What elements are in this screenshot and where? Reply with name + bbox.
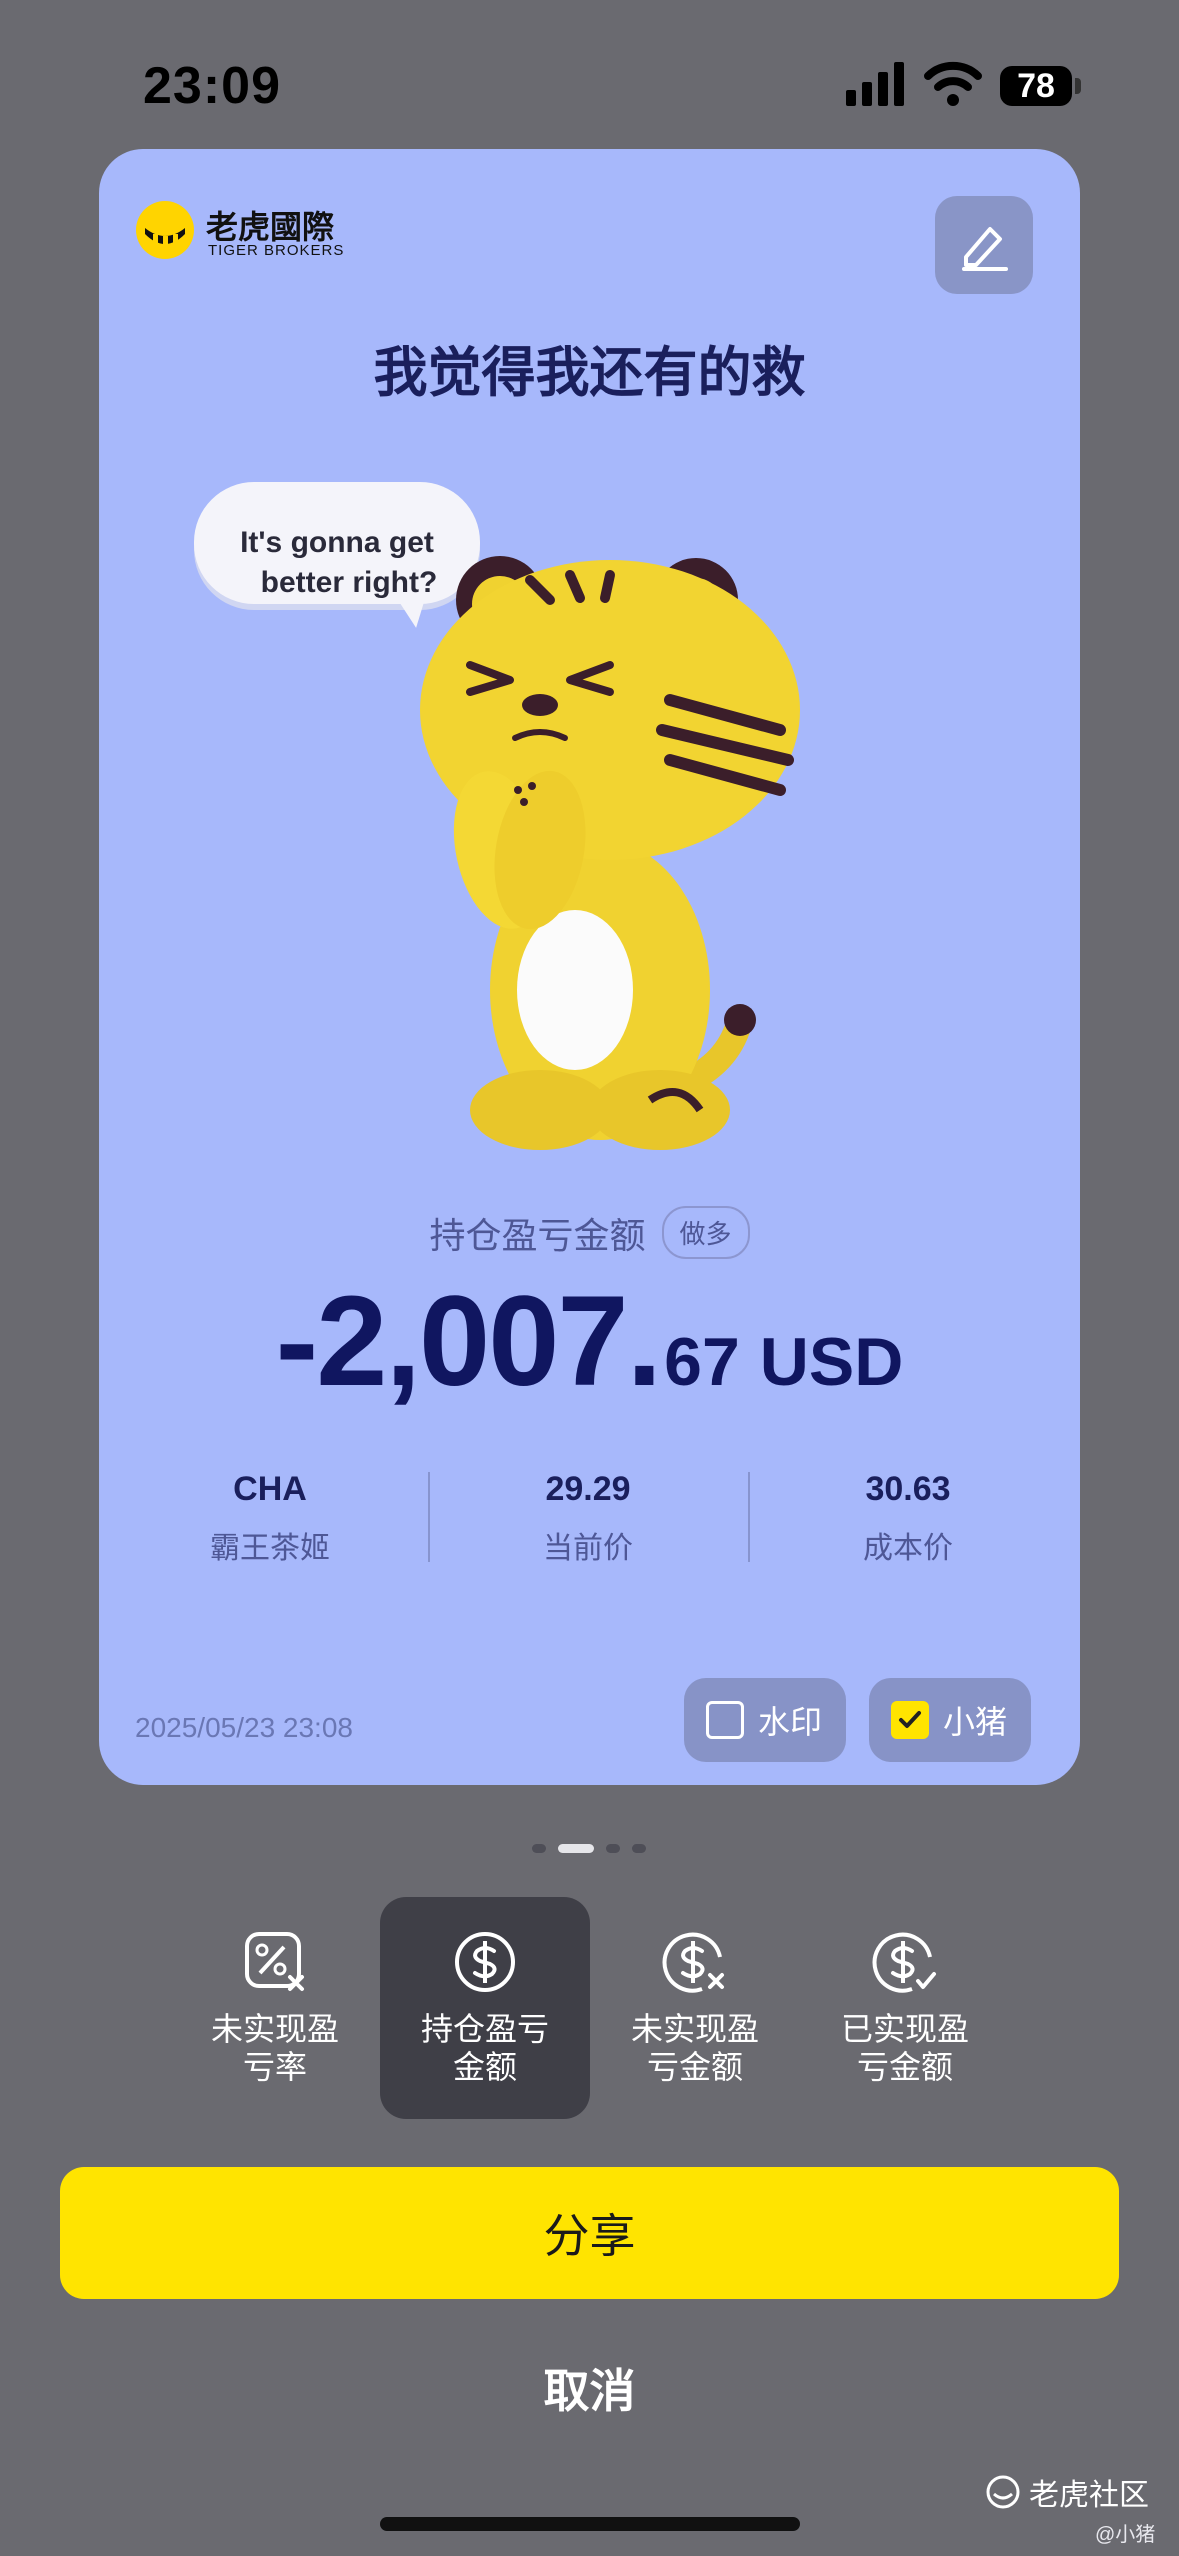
watermark-toggle[interactable]: 水印 — [684, 1678, 846, 1762]
cellular-signal-icon — [846, 62, 904, 106]
card-headline: 我觉得我还有的救 — [373, 343, 806, 403]
option-label-line2: 亏金额 — [856, 2049, 953, 2085]
option-label-line1: 已实现盈 — [840, 2011, 969, 2047]
tiger-mascot-illustration — [420, 556, 800, 1150]
stat-ticker-label: 霸王茶姬 — [210, 1532, 330, 1565]
community-watermark-text: 老虎社区 — [1029, 2479, 1149, 2512]
battery-indicator: 78 — [1000, 66, 1072, 106]
option-label-line1: 未实现盈 — [630, 2011, 759, 2047]
edit-button[interactable] — [935, 196, 1033, 294]
pnl-label: 持仓盈亏金额 — [429, 1214, 646, 1256]
position-direction-badge: 做多 — [661, 1206, 750, 1259]
tiger-community-logo-icon — [986, 2475, 1020, 2509]
page-dot[interactable] — [606, 1844, 620, 1853]
pnl-amount-currency: USD — [759, 1324, 904, 1400]
percent-x-icon — [245, 1932, 304, 1991]
home-indicator[interactable] — [380, 2517, 800, 2531]
stat-ticker: CHA 霸王茶姬 — [110, 1470, 430, 1567]
cancel-button[interactable]: 取消 — [0, 2355, 1179, 2421]
community-watermark: 老虎社区 — [985, 2470, 1149, 2514]
option-label-line2: 亏率 — [242, 2049, 307, 2085]
checkbox-checked-icon — [891, 1701, 929, 1739]
stat-ticker-value: CHA — [233, 1470, 307, 1508]
mascot-toggle-label: 小猪 — [943, 1704, 1008, 1740]
page-dot-active[interactable] — [558, 1844, 594, 1853]
stat-current-price-value: 29.29 — [545, 1470, 631, 1508]
status-time: 23:09 — [143, 57, 281, 115]
option-unrealized-pnl-rate[interactable]: 未实现盈 亏率 — [170, 1897, 380, 2119]
card-date: 2025/05/23 23:08 — [135, 1712, 353, 1743]
stat-cost-price-label: 成本价 — [863, 1532, 953, 1565]
stat-cost-price: 30.63 成本价 — [748, 1470, 1068, 1567]
wifi-icon — [924, 61, 982, 106]
watermark-username: @小猪 — [1095, 2524, 1156, 2546]
page-dot[interactable] — [632, 1844, 646, 1853]
option-position-pnl-amount[interactable]: 持仓盈亏 金额 — [380, 1897, 590, 2119]
option-label-line1: 未实现盈 — [210, 2011, 339, 2047]
dollar-circle-icon — [455, 1932, 515, 1992]
brand-name-en: TIGER BROKERS — [208, 242, 345, 259]
mascot-toggle[interactable]: 小猪 — [869, 1678, 1031, 1762]
stat-cost-price-value: 30.63 — [865, 1470, 951, 1508]
pnl-amount: -2,007. 67 USD — [99, 1268, 1080, 1415]
stat-current-price: 29.29 当前价 — [428, 1470, 748, 1567]
pnl-amount-integer: -2,007. — [275, 1270, 662, 1413]
dollar-check-icon — [872, 1932, 936, 1993]
stat-current-price-label: 当前价 — [543, 1532, 633, 1565]
edit-pencil-icon — [962, 227, 1008, 271]
battery-cap — [1075, 78, 1081, 94]
option-label-line2: 亏金额 — [646, 2049, 743, 2085]
option-label-line1: 持仓盈亏 — [420, 2011, 549, 2047]
checkbox-unchecked-icon — [706, 1701, 744, 1739]
dollar-x-icon — [662, 1932, 724, 1993]
pnl-amount-decimal: 67 — [664, 1324, 740, 1400]
option-unrealized-pnl-amount[interactable]: 未实现盈 亏金额 — [590, 1897, 800, 2119]
option-label-line2: 金额 — [452, 2049, 517, 2085]
page-dot[interactable] — [532, 1844, 546, 1853]
tiger-brokers-logo-icon — [136, 201, 194, 259]
pnl-label-row: 持仓盈亏金额 做多 — [99, 1206, 1080, 1259]
option-realized-pnl-amount[interactable]: 已实现盈 亏金额 — [800, 1897, 1010, 2119]
watermark-toggle-label: 水印 — [758, 1704, 823, 1740]
share-button[interactable]: 分享 — [60, 2167, 1119, 2299]
